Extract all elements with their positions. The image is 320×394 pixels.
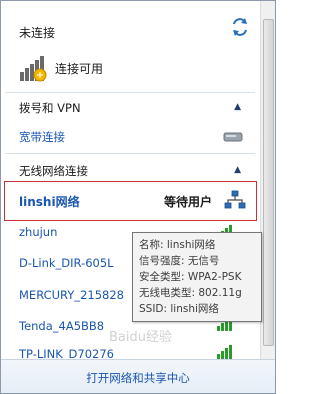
waiting-network-icon: [223, 189, 247, 211]
network-name: zhujun: [19, 225, 58, 239]
divider: [5, 92, 255, 93]
signal-strength-icon: [215, 342, 235, 360]
broadband-connection-label: 宽带连接: [19, 130, 65, 144]
tooltip-signal-strength: 信号强度: 无信号: [139, 255, 220, 267]
watermark: Baidu经验: [109, 330, 172, 345]
tooltip-radio-type: 无线电类型: 802.11g: [139, 287, 242, 299]
refresh-icon[interactable]: [231, 16, 249, 38]
footer: 打开网络和共享中心: [1, 359, 275, 393]
scrollbar[interactable]: [260, 1, 275, 359]
selected-network-item[interactable]: linshi网络 等待用户: [4, 181, 257, 221]
selected-network-name: linshi网络: [19, 195, 80, 209]
network-name: D-Link_DIR-605L: [19, 256, 114, 270]
connections-available-icon: [19, 54, 47, 82]
connections-available-label: 连接可用: [55, 62, 104, 76]
section-dialup-vpn-title: 拨号和 VPN: [19, 101, 81, 115]
broadband-connection-item[interactable]: 宽带连接: [1, 124, 259, 150]
collapse-chevron-icon[interactable]: ▲: [234, 102, 241, 112]
network-details-tooltip: 名称: linshi网络 信号强度: 无信号 安全类型: WPA2-PSK 无线…: [132, 232, 262, 322]
connection-status-title: 未连接: [19, 26, 56, 40]
section-wireless-title: 无线网络连接: [19, 164, 88, 178]
tooltip-network-name: 名称: linshi网络: [139, 239, 216, 251]
selected-network-status: 等待用户: [164, 195, 213, 209]
network-flyout: 未连接 连接可用 拨号和 VPN ▲ 宽带连接 无线网络连接 ▲ linshi网…: [0, 0, 276, 394]
network-name: Tenda_4A5BB8: [19, 319, 105, 333]
status-header: 未连接 连接可用: [11, 10, 257, 90]
network-name: MERCURY_215828: [19, 288, 124, 302]
tooltip-security-type: 安全类型: WPA2-PSK: [139, 271, 242, 283]
scrollbar-thumb[interactable]: [263, 19, 274, 346]
divider: [5, 153, 255, 154]
section-dialup-vpn[interactable]: 拨号和 VPN ▲: [1, 94, 259, 120]
tooltip-ssid: SSID: linshi网络: [139, 303, 219, 315]
open-network-sharing-center-link[interactable]: 打开网络和共享中心: [1, 370, 275, 386]
collapse-chevron-icon[interactable]: ▲: [234, 165, 241, 175]
section-wireless[interactable]: 无线网络连接 ▲: [1, 157, 259, 183]
modem-icon: [223, 131, 243, 143]
